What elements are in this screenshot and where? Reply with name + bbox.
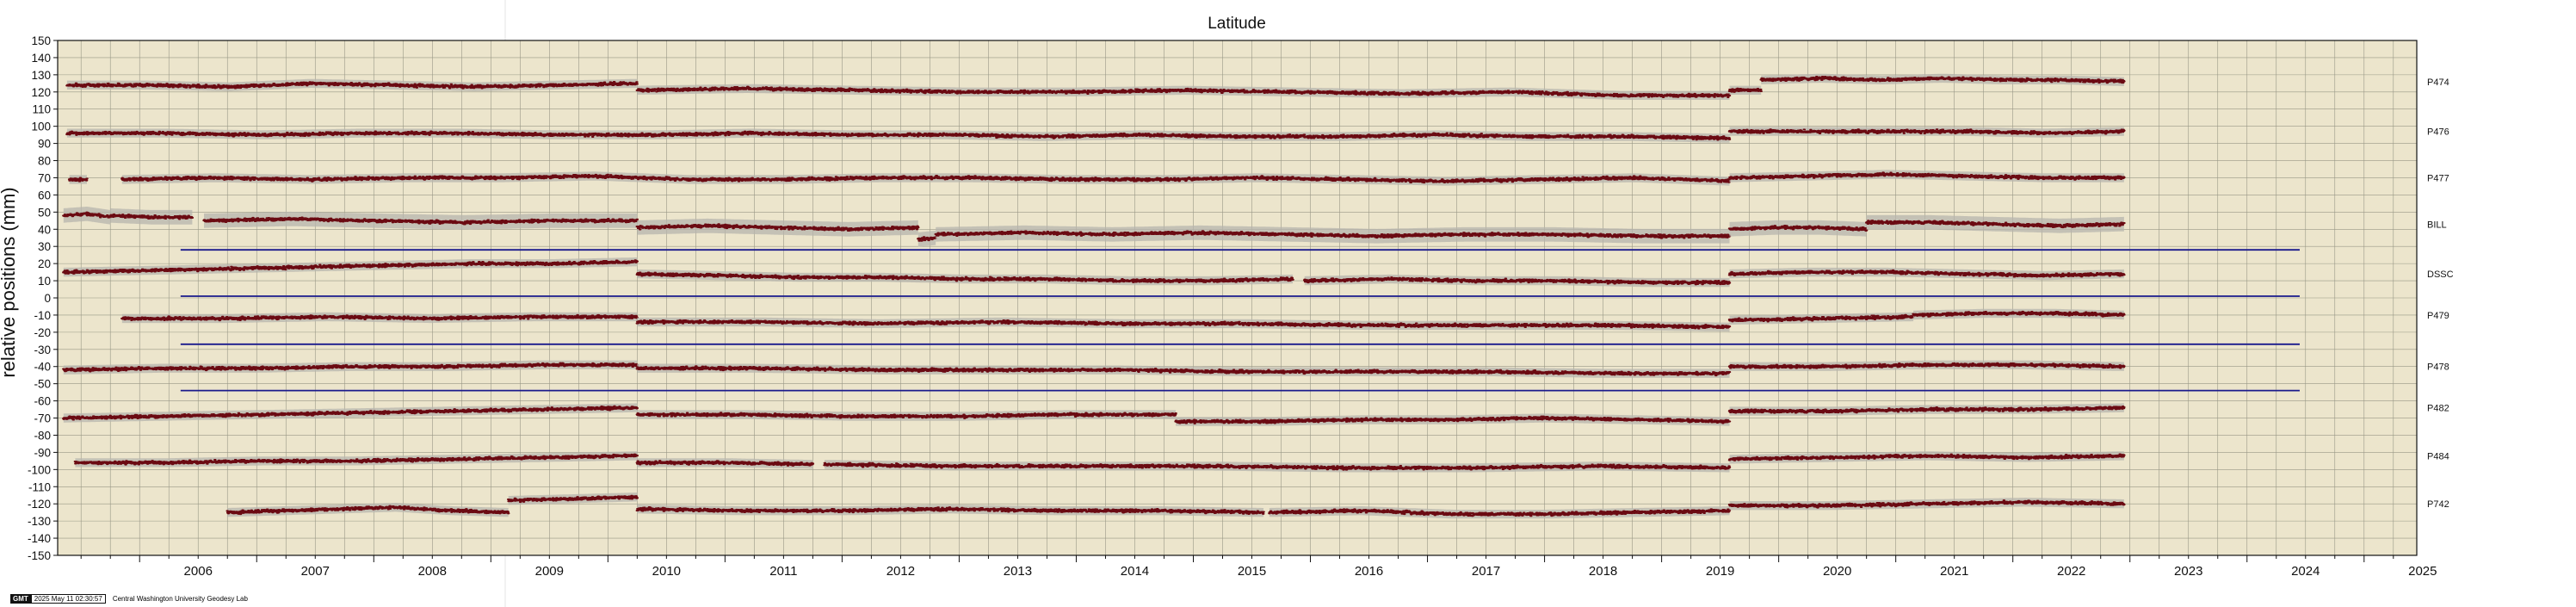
y-tick-label: -20: [34, 326, 51, 339]
x-tick-label: 2012: [886, 564, 915, 579]
y-tick-label: -70: [34, 412, 51, 425]
y-tick-label: 100: [31, 121, 51, 133]
x-tick-label: 2014: [1121, 564, 1149, 579]
y-tick-label: -150: [28, 549, 51, 562]
y-tick-label: 120: [31, 86, 51, 99]
latitude-chart: 1501401301201101009080706050403020100-10…: [0, 0, 2454, 607]
y-tick-label: -90: [34, 446, 51, 459]
y-tick-label: 110: [32, 103, 51, 116]
gmt-logo: GMT: [10, 594, 31, 604]
y-axis-label: relative positions (mm): [0, 187, 19, 377]
station-label-p477: P477: [2427, 173, 2449, 183]
y-tick-label: -130: [28, 515, 51, 528]
x-tick-label: 2013: [1004, 564, 1032, 579]
station-label-bill: BILL: [2427, 220, 2447, 230]
x-tick-label: 2006: [184, 564, 213, 579]
y-tick-label: -110: [28, 480, 51, 493]
x-tick-label: 2008: [418, 564, 447, 579]
x-tick-label: 2023: [2174, 564, 2202, 579]
station-label-p484: P484: [2427, 451, 2449, 461]
y-tick-label: 150: [31, 34, 51, 47]
plot-area: 1501401301201101009080706050403020100-10…: [28, 34, 2454, 579]
x-tick-label: 2016: [1355, 564, 1383, 579]
x-tick-label: 2011: [769, 564, 797, 579]
y-tick-label: -30: [34, 344, 51, 356]
chart-title: Latitude: [1208, 15, 1266, 33]
x-tick-label: 2020: [1823, 564, 1851, 579]
y-tick-label: 60: [38, 189, 51, 201]
x-tick-label: 2021: [1940, 564, 1968, 579]
gmt-timestamp: 2025 May 11 02:30:57: [30, 594, 106, 604]
station-label-p478: P478: [2427, 362, 2449, 373]
y-tick-label: -60: [34, 395, 51, 408]
lab-credit: Central Washington University Geodesy La…: [112, 595, 248, 603]
station-label-p476: P476: [2427, 127, 2449, 138]
data-points: [1727, 87, 1763, 93]
y-tick-label: 20: [38, 257, 51, 270]
x-tick-label: 2025: [2408, 564, 2437, 579]
x-tick-label: 2009: [535, 564, 564, 579]
y-tick-label: 0: [44, 292, 51, 305]
gmt-footer: GMT 2025 May 11 02:30:57 Central Washing…: [10, 594, 248, 604]
y-tick-label: 50: [38, 206, 51, 219]
y-tick-label: 80: [38, 155, 51, 168]
station-labels: P474 P476 P477 BILL DSSC P479 P478 P482 P484 P742: [2427, 77, 2454, 510]
x-tick-label: 2018: [1589, 564, 1617, 579]
y-tick-label: -10: [34, 309, 51, 322]
x-axis: 2006 2007 2008 2009 2010 2011 2012 2013 2014 2015…: [80, 555, 2437, 579]
y-tick-label: -80: [34, 429, 51, 442]
y-tick-label: -140: [28, 532, 51, 545]
x-tick-label: 2015: [1238, 564, 1266, 579]
y-tick-label: 40: [38, 223, 51, 236]
y-tick-label: 30: [38, 240, 51, 253]
y-tick-label: -100: [28, 463, 51, 476]
x-tick-label: 2017: [1472, 564, 1500, 579]
y-tick-label: 130: [31, 69, 51, 82]
x-tick-label: 2019: [1706, 564, 1734, 579]
y-tick-label: 10: [38, 275, 51, 288]
y-tick-label: 90: [38, 138, 51, 151]
y-tick-label: 70: [38, 171, 51, 184]
station-label-p742: P742: [2427, 499, 2449, 510]
y-tick-label: 140: [31, 52, 51, 65]
x-tick-label: 2024: [2291, 564, 2320, 579]
x-tick-label: 2022: [2057, 564, 2085, 579]
y-tick-label: -50: [34, 378, 51, 391]
y-axis: 1501401301201101009080706050403020100-10…: [28, 34, 58, 562]
station-label-p479: P479: [2427, 311, 2449, 321]
station-label-p474: P474: [2427, 77, 2449, 88]
station-label-dssc: DSSC: [2427, 269, 2454, 280]
x-tick-label: 2007: [301, 564, 330, 579]
x-tick-label: 2010: [652, 564, 681, 579]
y-tick-label: -120: [28, 498, 51, 511]
y-tick-label: -40: [34, 361, 51, 374]
station-label-p482: P482: [2427, 404, 2449, 414]
